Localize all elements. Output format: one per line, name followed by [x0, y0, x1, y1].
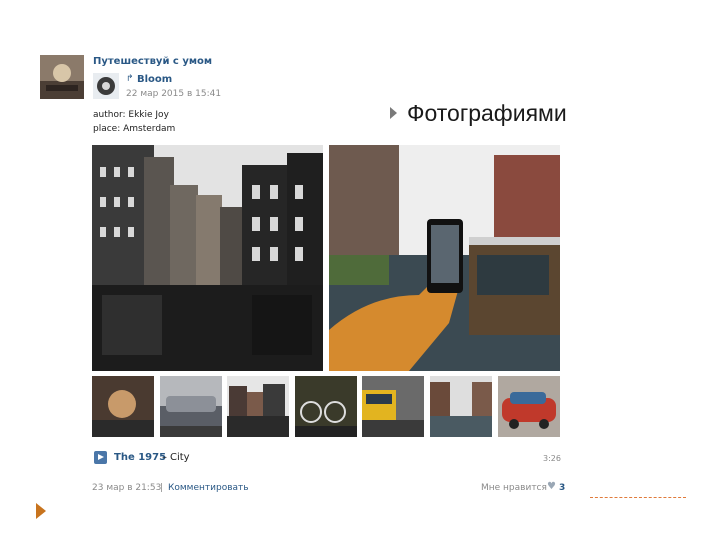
track-duration: 3:26: [543, 454, 561, 463]
heart-icon[interactable]: ♥: [547, 481, 556, 492]
play-icon[interactable]: [94, 451, 107, 464]
footer-separator: |: [160, 483, 164, 493]
track-artist-link[interactable]: The 1975: [114, 452, 166, 463]
thumbnail-7[interactable]: [498, 376, 560, 437]
photo-canal-houses[interactable]: [92, 145, 323, 371]
repost-author-link[interactable]: Bloom: [137, 74, 172, 85]
triangle-bullet-icon: [390, 107, 397, 119]
next-arrow-icon[interactable]: [36, 503, 46, 519]
repost-icon: ↱: [126, 74, 134, 84]
track-title[interactable]: City: [170, 452, 190, 463]
like-count: 3: [559, 483, 566, 493]
thumbnail-1[interactable]: [92, 376, 154, 437]
thumbnail-3[interactable]: [227, 376, 289, 437]
thumbnail-5[interactable]: [362, 376, 424, 437]
slide-title: Фотографиями: [407, 100, 567, 126]
repost-avatar[interactable]: [93, 73, 119, 99]
post-date[interactable]: 23 мар в 21:53: [92, 483, 161, 493]
thumbnail-2[interactable]: [160, 376, 222, 437]
thumbnail-6[interactable]: [430, 376, 492, 437]
thumbnail-4[interactable]: [295, 376, 357, 437]
repost-date[interactable]: 22 мар 2015 в 15:41: [126, 89, 221, 99]
track-separator: –: [162, 452, 167, 463]
group-avatar[interactable]: [40, 55, 84, 99]
group-title[interactable]: Путешествуй с умом: [93, 56, 212, 67]
like-button[interactable]: Мне нравится: [481, 483, 547, 493]
divider: [590, 497, 686, 498]
comment-button[interactable]: Комментировать: [168, 483, 249, 493]
post-text-author: author: Ekkie Joy: [93, 110, 169, 120]
post-text-place: place: Amsterdam: [93, 124, 176, 134]
photo-phone-canal[interactable]: [329, 145, 560, 371]
